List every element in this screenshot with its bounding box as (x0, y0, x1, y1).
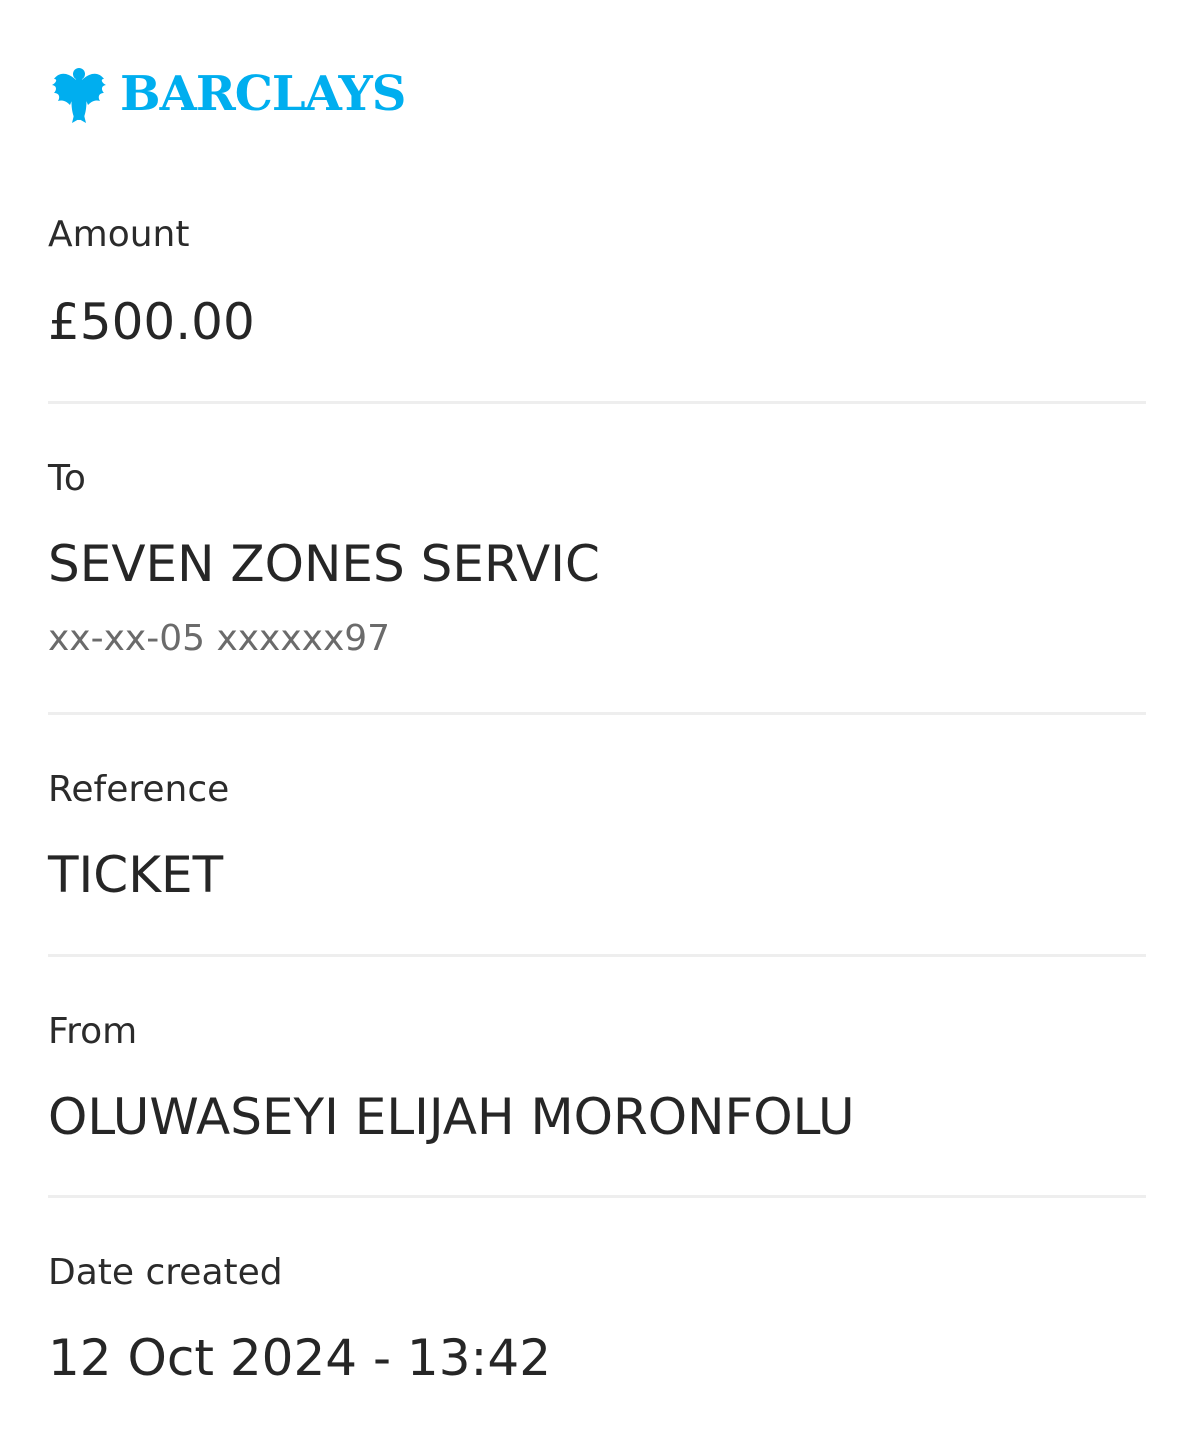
reference-label: Reference (48, 769, 230, 810)
eagle-icon (52, 65, 106, 123)
amount-section: Amount £500.00 (48, 217, 1146, 357)
from-section: From OLUWASEYI ELIJAH MORONFOLU (48, 1014, 1146, 1154)
date-created-value: 12 Oct 2024 - 13:42 (48, 1329, 552, 1387)
divider (48, 1195, 1146, 1198)
amount-label: Amount (48, 214, 190, 255)
payee-account: xx-xx-05 xxxxxx97 (48, 618, 391, 659)
brand-name: BARCLAYS (120, 66, 406, 122)
date-created-section: Date created 12 Oct 2024 - 13:42 (48, 1255, 1146, 1395)
divider (48, 954, 1146, 957)
date-created-label: Date created (48, 1252, 283, 1293)
payment-details-screen: BARCLAYS Amount £500.00 To SEVEN ZONES S… (0, 0, 1194, 1444)
from-label: From (48, 1011, 138, 1052)
reference-value: TICKET (48, 846, 224, 904)
divider (48, 401, 1146, 404)
divider (48, 712, 1146, 715)
to-section: To SEVEN ZONES SERVIC xx-xx-05 xxxxxx97 (48, 461, 1146, 661)
payee-name: SEVEN ZONES SERVIC (48, 535, 600, 593)
amount-value: £500.00 (48, 293, 255, 351)
payer-name: OLUWASEYI ELIJAH MORONFOLU (48, 1088, 855, 1146)
reference-section: Reference TICKET (48, 772, 1146, 912)
to-label: To (48, 458, 86, 499)
barclays-logo: BARCLAYS (52, 64, 406, 124)
